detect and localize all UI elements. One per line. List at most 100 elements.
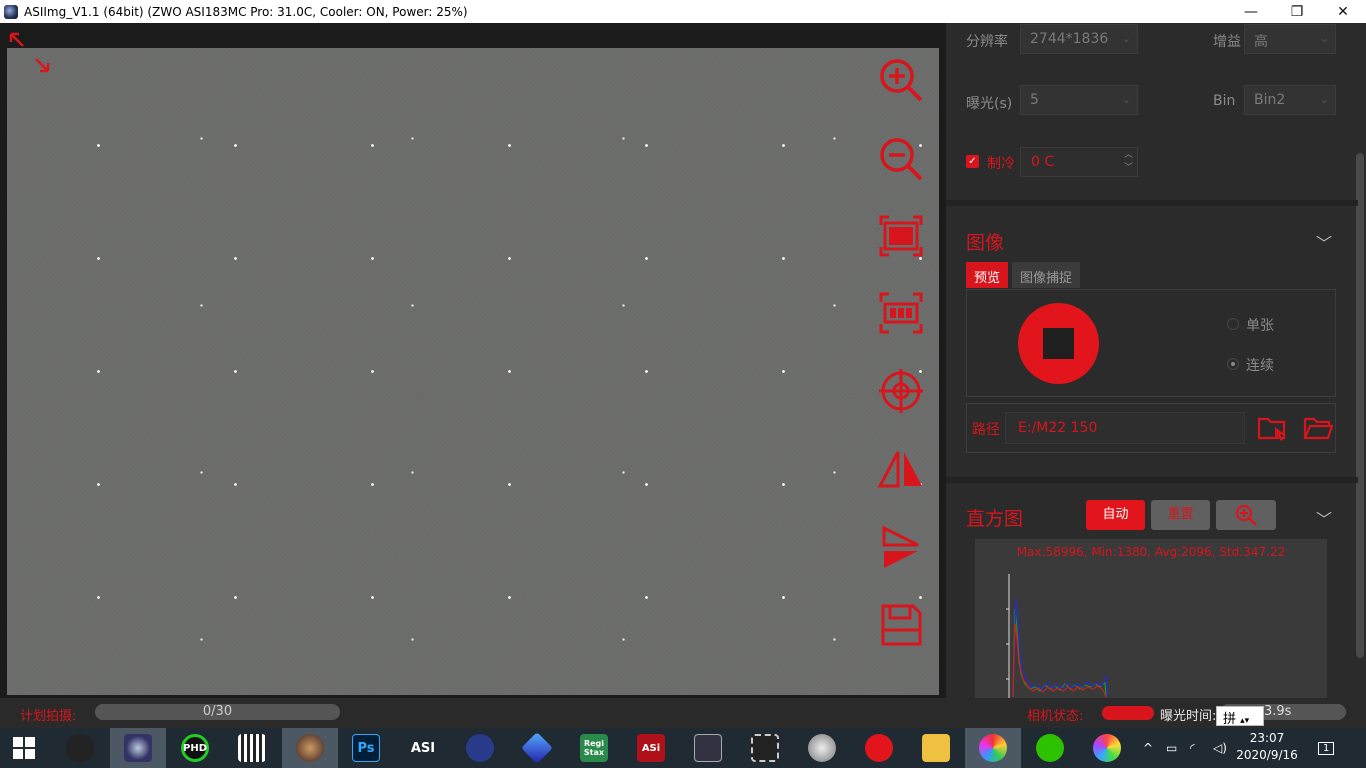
cooling-label: 制冷 — [987, 156, 1015, 172]
taskbar-app-film[interactable] — [737, 728, 793, 768]
app-icon — [4, 4, 18, 19]
histogram-reset-button[interactable]: 重置 — [1151, 500, 1210, 530]
taskbar-app-registax[interactable]: Regi Stax — [566, 728, 622, 768]
zoom-in-icon[interactable] — [876, 55, 926, 105]
color-wheel-icon — [1093, 734, 1121, 762]
wechat-icon — [1036, 734, 1064, 762]
taskbar-app-stacker[interactable] — [680, 728, 736, 768]
image-viewer-panel — [0, 23, 946, 698]
crosshair-icon[interactable] — [876, 366, 926, 416]
taskbar-app-file-explorer[interactable] — [908, 728, 964, 768]
single-mode-radio[interactable] — [1227, 318, 1239, 330]
single-mode-label: 单张 — [1246, 318, 1274, 334]
plan-capture-label: 计划拍摄: — [20, 709, 77, 724]
browser-icon — [979, 734, 1007, 762]
zoom-in-icon — [1235, 504, 1257, 526]
minimize-button[interactable]: — — [1228, 0, 1274, 23]
save-icon[interactable] — [876, 600, 926, 650]
zoom-out-icon[interactable] — [876, 134, 926, 184]
chevron-down-icon: ⌄ — [1121, 32, 1131, 45]
flip-vertical-icon[interactable] — [876, 523, 926, 573]
plan-progress-bar: 0/30 — [95, 704, 340, 720]
taskbar-app-color[interactable] — [1079, 728, 1135, 768]
collapse-chevron-icon[interactable]: ﹀ — [1316, 506, 1332, 530]
expand-diagonal-icon[interactable] — [8, 31, 52, 75]
notification-center-icon[interactable]: 1 — [1318, 728, 1335, 768]
fit-screen-icon[interactable] — [876, 211, 926, 261]
taskbar-app-sky[interactable] — [794, 728, 850, 768]
registax-icon: Regi Stax — [580, 734, 608, 762]
bin-select[interactable]: Bin2 ⌄ — [1244, 85, 1336, 115]
stop-capture-button[interactable] — [1018, 303, 1099, 384]
tab-preview[interactable]: 预览 — [966, 262, 1009, 288]
system-clock[interactable]: 23:07 2020/9/16 — [1232, 730, 1302, 764]
chevron-down-icon: ⌄ — [1319, 93, 1329, 106]
gain-label: 增益 — [1213, 34, 1241, 50]
asiimg-icon — [124, 734, 152, 762]
select-folder-icon[interactable] — [1257, 413, 1287, 443]
wifi-icon[interactable]: ◜ — [1190, 728, 1195, 768]
sharpcap-icon — [66, 734, 94, 762]
start-button[interactable] — [0, 728, 48, 768]
flip-horizontal-icon[interactable] — [876, 444, 926, 494]
panel-scrollbar[interactable] — [1356, 153, 1364, 658]
exposure-label: 曝光(s) — [966, 96, 1013, 112]
camera-status-label: 相机状态: — [1027, 709, 1084, 724]
cooling-checkbox[interactable]: ✓ — [966, 155, 979, 168]
resolution-label: 分辨率 — [966, 34, 1008, 50]
volume-icon[interactable]: ◁) — [1213, 728, 1227, 768]
ime-arrows-icon: ▴▾ — [1240, 716, 1250, 726]
jupiter-icon — [296, 734, 324, 762]
cooling-temperature-stepper[interactable]: 0 C ︿ ﹀ — [1020, 147, 1138, 177]
close-button[interactable]: ✕ — [1320, 0, 1366, 23]
netease-music-icon — [865, 734, 893, 762]
histogram-zoom-button[interactable] — [1216, 500, 1276, 530]
histogram-auto-button[interactable]: 自动 — [1086, 500, 1145, 530]
tray-chevron-icon[interactable]: ^ — [1143, 728, 1153, 768]
window-title: ASIImg_V1.1 (64bit) (ZWO ASI183MC Pro: 3… — [24, 4, 468, 19]
resolution-select[interactable]: 2744*1836 ⌄ — [1020, 24, 1138, 54]
gain-select[interactable]: 高 ⌄ — [1244, 24, 1336, 54]
taskbar-app-browser[interactable] — [965, 728, 1021, 768]
sky-image-preview[interactable] — [7, 48, 939, 695]
camera-status-indicator — [1102, 706, 1154, 720]
taskbar-app-gem[interactable] — [509, 728, 565, 768]
taskbar-app-asiimg[interactable] — [110, 728, 166, 768]
photoshop-icon: Ps — [352, 734, 380, 762]
stop-icon — [1043, 328, 1074, 359]
chevron-down-icon: ⌄ — [1121, 93, 1131, 106]
exposure-time-value: 3.9s — [1264, 704, 1292, 719]
open-folder-icon[interactable] — [1303, 413, 1333, 443]
battery-icon[interactable]: ▭ — [1166, 728, 1177, 768]
section-divider — [946, 200, 1358, 206]
asi-icon: ASi — [637, 734, 665, 762]
continuous-mode-radio[interactable] — [1227, 358, 1239, 370]
stepper-arrows-icon: ︿ ﹀ — [1123, 150, 1133, 173]
taskbar-app-photoshop[interactable]: Ps — [338, 728, 394, 768]
title-bar: ASIImg_V1.1 (64bit) (ZWO ASI183MC Pro: 3… — [0, 0, 1366, 23]
taskbar-app-wechat[interactable] — [1022, 728, 1078, 768]
taskbar-app-asi[interactable]: ASi — [623, 728, 679, 768]
path-input[interactable]: E:/M22 150 — [1005, 412, 1245, 444]
taskbar-app-deepskystacker[interactable] — [224, 728, 280, 768]
ime-indicator[interactable]: 拼 ▴▾ — [1216, 706, 1264, 727]
taskbar-app-netease-music[interactable] — [851, 728, 907, 768]
exposure-select[interactable]: 5 ⌄ — [1020, 85, 1138, 115]
image-section-title: 图像 — [966, 232, 1005, 254]
film-icon — [751, 734, 779, 762]
taskbar-app-asistudio[interactable]: ASI — [395, 728, 451, 768]
chevron-down-icon: ⌄ — [1319, 32, 1329, 45]
astroart-icon — [466, 734, 494, 762]
taskbar-app-autostakkert[interactable] — [282, 728, 338, 768]
maximize-button[interactable]: ❐ — [1274, 0, 1320, 23]
actual-size-icon[interactable] — [876, 288, 926, 338]
taskbar-app-phd2[interactable]: PHD — [167, 728, 223, 768]
save-path-box: 路径 E:/M22 150 — [966, 403, 1336, 453]
windows-logo-icon — [13, 737, 35, 759]
globe-icon — [808, 734, 836, 762]
taskbar-app-astroart[interactable] — [452, 728, 508, 768]
tab-capture[interactable]: 图像捕捉 — [1012, 262, 1081, 288]
bin-label: Bin — [1213, 93, 1236, 109]
taskbar-app-sharpcap[interactable] — [52, 728, 108, 768]
collapse-chevron-icon[interactable]: ﹀ — [1316, 230, 1332, 254]
